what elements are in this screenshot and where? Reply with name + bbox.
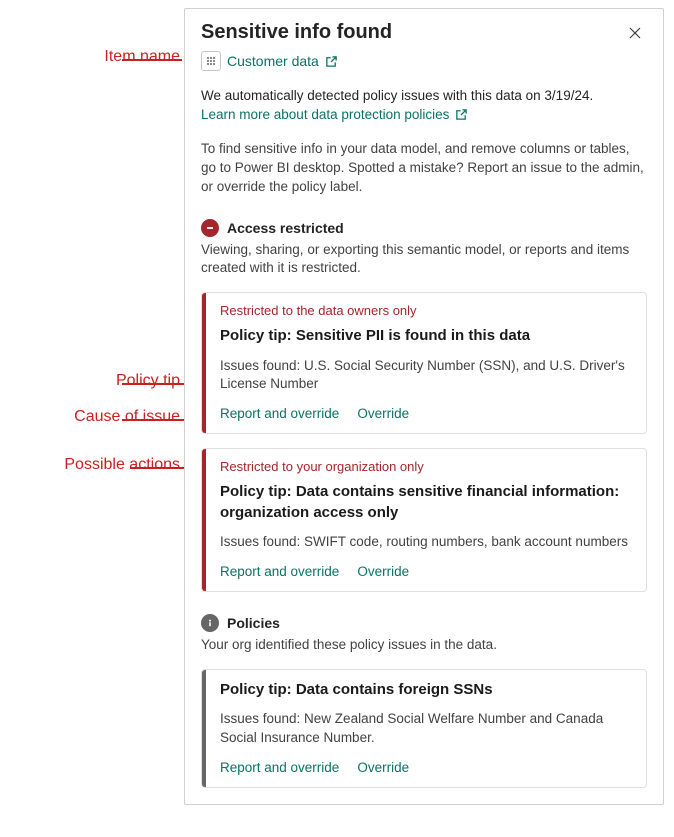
open-external-icon [455, 108, 468, 121]
close-button[interactable] [623, 21, 647, 45]
info-icon [201, 614, 219, 632]
close-icon [627, 29, 643, 44]
issues-text: Issues found: U.S. Social Security Numbe… [220, 357, 632, 395]
policy-tip-text: Policy tip: Data contains foreign SSNs [220, 680, 632, 700]
policies-header: Policies [201, 614, 647, 632]
restricted-icon [201, 219, 219, 237]
report-override-link[interactable]: Report and override [220, 564, 339, 579]
override-link[interactable]: Override [357, 406, 409, 421]
dialog-title: Sensitive info found [201, 21, 392, 44]
annotation-policy-tip: Policy tip [116, 372, 180, 389]
policy-card: Restricted to the data owners only Polic… [201, 292, 647, 434]
sensitive-info-dialog: Sensitive info found Customer data [184, 8, 664, 805]
item-name-link[interactable]: Customer data [227, 53, 338, 69]
annotation-item-name: Item name [104, 48, 180, 65]
item-name-text: Customer data [227, 53, 319, 69]
issues-text: Issues found: New Zealand Social Welfare… [220, 710, 632, 748]
restriction-label: Restricted to your organization only [220, 459, 632, 474]
learn-more-text: Learn more about data protection policie… [201, 107, 449, 122]
access-restricted-header: Access restricted [201, 219, 647, 237]
override-link[interactable]: Override [357, 760, 409, 775]
report-override-link[interactable]: Report and override [220, 760, 339, 775]
policies-sub: Your org identified these policy issues … [201, 636, 647, 655]
policies-title: Policies [227, 615, 280, 631]
policy-tip-text: Policy tip: Sensitive PII is found in th… [220, 326, 632, 346]
policy-card: Policy tip: Data contains foreign SSNs I… [201, 669, 647, 788]
instructions-text: To find sensitive info in your data mode… [201, 140, 647, 197]
dataset-icon [201, 51, 221, 71]
detected-text: We automatically detected policy issues … [201, 87, 647, 106]
learn-more-link[interactable]: Learn more about data protection policie… [201, 107, 468, 122]
annotation-actions: Possible actions [64, 456, 180, 473]
access-restricted-title: Access restricted [227, 220, 344, 236]
issues-text: Issues found: SWIFT code, routing number… [220, 533, 632, 552]
report-override-link[interactable]: Report and override [220, 406, 339, 421]
annotation-cause: Cause of issue [74, 408, 180, 425]
open-external-icon [325, 55, 338, 68]
policy-card: Restricted to your organization only Pol… [201, 448, 647, 591]
access-restricted-sub: Viewing, sharing, or exporting this sema… [201, 241, 647, 279]
policy-tip-text: Policy tip: Data contains sensitive fina… [220, 482, 632, 523]
override-link[interactable]: Override [357, 564, 409, 579]
restriction-label: Restricted to the data owners only [220, 303, 632, 318]
